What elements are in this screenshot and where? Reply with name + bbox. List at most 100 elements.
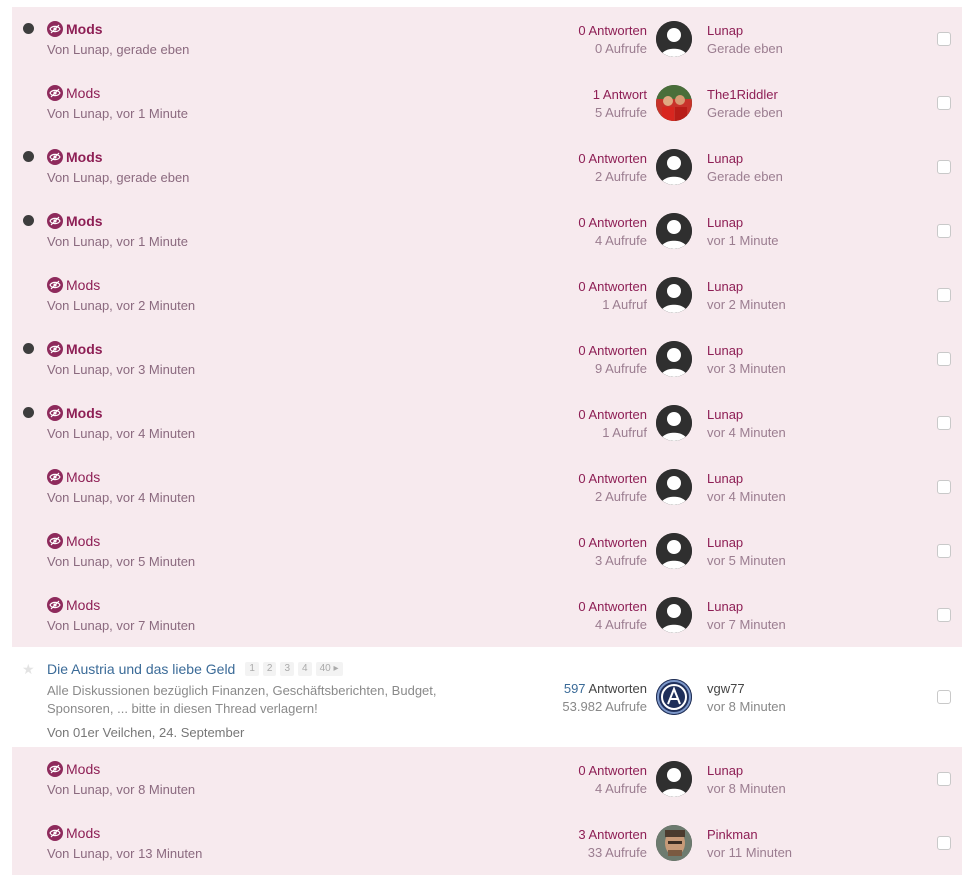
last-poster-avatar[interactable] [656, 761, 692, 797]
last-poster-avatar[interactable] [656, 825, 692, 861]
last-poster-name[interactable]: Lunap [707, 406, 786, 424]
last-post-time[interactable]: vor 5 Minuten [707, 552, 786, 570]
last-poster-name[interactable]: Lunap [707, 278, 786, 296]
topic-stats: 3 Antworten 33 Aufrufe [578, 826, 647, 862]
last-post-time[interactable]: vor 11 Minuten [707, 844, 792, 862]
last-post-time[interactable]: vor 3 Minuten [707, 360, 786, 378]
last-poster-name[interactable]: Lunap [707, 342, 786, 360]
last-post-info: Lunap vor 7 Minuten [707, 598, 786, 634]
topic-title-link[interactable]: Mods [66, 213, 103, 229]
page-link-40[interactable]: 40 ▸ [315, 662, 343, 676]
select-checkbox[interactable] [937, 608, 951, 622]
last-poster-avatar[interactable] [656, 277, 692, 313]
topic-description: Alle Diskussionen bezüglich Finanzen, Ge… [47, 683, 437, 716]
reply-count: 0 Antworten [578, 151, 647, 166]
last-post-time[interactable]: vor 7 Minuten [707, 616, 786, 634]
page-link-4[interactable]: 4 [298, 662, 312, 676]
last-poster-name[interactable]: Lunap [707, 534, 786, 552]
topic-title-line: Mods [47, 149, 103, 165]
topic-title-link[interactable]: Mods [66, 469, 100, 485]
last-post-time[interactable]: vor 4 Minuten [707, 488, 786, 506]
select-checkbox[interactable] [937, 772, 951, 786]
hidden-eye-icon [47, 213, 63, 229]
last-poster-name[interactable]: Lunap [707, 762, 786, 780]
last-poster-name[interactable]: The1Riddler [707, 86, 783, 104]
last-poster-avatar[interactable] [656, 405, 692, 441]
select-checkbox[interactable] [937, 480, 951, 494]
last-poster-avatar[interactable] [656, 679, 692, 715]
topic-title-link[interactable]: Mods [66, 21, 103, 37]
select-checkbox[interactable] [937, 416, 951, 430]
last-post-info: Lunap vor 4 Minuten [707, 406, 786, 442]
topic-title-link[interactable]: Mods [66, 825, 100, 841]
unread-dot[interactable] [23, 151, 34, 162]
last-poster-avatar[interactable] [656, 533, 692, 569]
select-checkbox[interactable] [937, 160, 951, 174]
topic-title-link[interactable]: Mods [66, 405, 103, 421]
topic-title-line: Mods [47, 341, 103, 357]
last-poster-name[interactable]: Pinkman [707, 826, 792, 844]
last-post-info: Lunap Gerade eben [707, 150, 783, 186]
select-checkbox[interactable] [937, 288, 951, 302]
last-poster-avatar[interactable] [656, 469, 692, 505]
topic-title-link[interactable]: Mods [66, 149, 103, 165]
topic-row-7: Mods Von Lunap, vor 4 Minuten 0 Antworte… [12, 391, 962, 455]
last-post-info: Lunap vor 4 Minuten [707, 470, 786, 506]
view-count: 3 Aufrufe [594, 553, 647, 568]
topic-row-13: Mods Von Lunap, vor 13 Minuten 3 Antwort… [12, 811, 962, 875]
select-checkbox[interactable] [937, 690, 951, 704]
last-post-time[interactable]: vor 2 Minuten [707, 296, 786, 314]
reply-count-number[interactable]: 597 [564, 681, 586, 696]
last-post-time[interactable]: vor 8 Minuten [707, 780, 786, 798]
topic-title-link[interactable]: Mods [66, 341, 103, 357]
reply-count-label: Antworten [588, 681, 647, 696]
unread-dot[interactable] [23, 23, 34, 34]
topic-title-link[interactable]: Mods [66, 761, 100, 777]
topic-title-link[interactable]: Mods [66, 85, 100, 101]
select-checkbox[interactable] [937, 544, 951, 558]
last-poster-avatar[interactable] [656, 85, 692, 121]
last-poster-name[interactable]: Lunap [707, 470, 786, 488]
topic-title-line: Mods [47, 213, 103, 229]
page-link-1[interactable]: 1 [245, 662, 259, 676]
last-poster-avatar[interactable] [656, 149, 692, 185]
last-post-time[interactable]: Gerade eben [707, 168, 783, 186]
last-poster-avatar[interactable] [656, 21, 692, 57]
topic-title-link[interactable]: Mods [66, 277, 100, 293]
last-poster-avatar[interactable] [656, 597, 692, 633]
last-poster-name[interactable]: vgw77 [707, 680, 786, 698]
last-post-info: Lunap vor 2 Minuten [707, 278, 786, 314]
select-checkbox[interactable] [937, 836, 951, 850]
topic-meta: Von Lunap, vor 1 Minute [47, 234, 188, 249]
view-count: 53.982 Aufrufe [562, 699, 647, 714]
last-post-time[interactable]: Gerade eben [707, 104, 783, 122]
hidden-eye-icon [47, 341, 63, 357]
last-post-time[interactable]: Gerade eben [707, 40, 783, 58]
last-poster-name[interactable]: Lunap [707, 22, 783, 40]
reply-count: 0 Antworten [578, 535, 647, 550]
last-poster-name[interactable]: Lunap [707, 150, 783, 168]
view-count: 4 Aufrufe [594, 781, 647, 796]
last-post-time[interactable]: vor 4 Minuten [707, 424, 786, 442]
select-checkbox[interactable] [937, 96, 951, 110]
unread-dot[interactable] [23, 407, 34, 418]
last-poster-avatar[interactable] [656, 213, 692, 249]
select-checkbox[interactable] [937, 32, 951, 46]
unread-dot[interactable] [23, 215, 34, 226]
topic-title-line: Mods [47, 21, 103, 37]
last-post-time[interactable]: vor 8 Minuten [707, 698, 786, 716]
select-checkbox[interactable] [937, 352, 951, 366]
page-link-2[interactable]: 2 [262, 662, 277, 676]
last-poster-avatar[interactable] [656, 341, 692, 377]
last-poster-name[interactable]: Lunap [707, 214, 779, 232]
last-post-time[interactable]: vor 1 Minute [707, 232, 779, 250]
topic-title-link[interactable]: Die Austria und das liebe Geld [47, 661, 235, 677]
topic-meta: Von Lunap, gerade eben [47, 170, 190, 185]
view-count: 5 Aufrufe [594, 105, 647, 120]
select-checkbox[interactable] [937, 224, 951, 238]
topic-title-link[interactable]: Mods [66, 597, 100, 613]
page-link-3[interactable]: 3 [280, 662, 295, 676]
unread-dot[interactable] [23, 343, 34, 354]
topic-title-link[interactable]: Mods [66, 533, 100, 549]
last-poster-name[interactable]: Lunap [707, 598, 786, 616]
